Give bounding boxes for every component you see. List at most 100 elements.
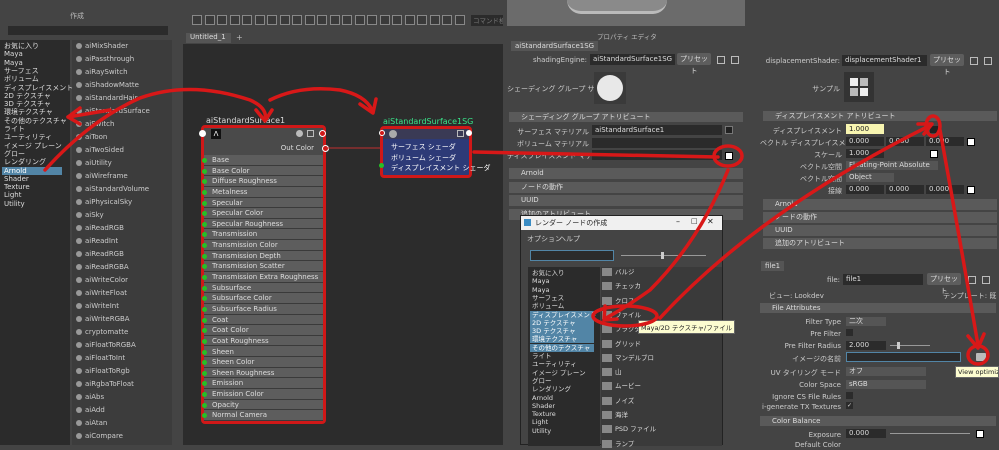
render-node-category[interactable]: Light: [532, 418, 548, 426]
render-node-type[interactable]: チェッカ: [602, 281, 712, 292]
attr-input-port[interactable]: [202, 392, 207, 398]
library-item[interactable]: aiPassthrough: [76, 53, 161, 66]
library-item[interactable]: aiToon: [76, 131, 161, 144]
attr-input-port[interactable]: [202, 413, 207, 419]
file-name-field[interactable]: file1: [843, 274, 923, 285]
color-space-select[interactable]: sRGB: [846, 380, 926, 389]
attr-input-port[interactable]: [202, 338, 207, 344]
library-item[interactable]: aiAbs: [76, 391, 161, 404]
close-icon[interactable]: ✕: [707, 217, 714, 226]
filter-type-select[interactable]: 二次: [846, 317, 886, 326]
disp-section[interactable]: UUID: [763, 225, 997, 236]
attr-input-port[interactable]: [202, 243, 207, 249]
attr-input-port[interactable]: [202, 232, 207, 238]
render-node-type[interactable]: PSD ファイル: [602, 424, 712, 435]
graph-toolbar-icon[interactable]: [279, 15, 290, 25]
graph-toolbar-icon[interactable]: [204, 15, 215, 25]
render-node-category[interactable]: ユーティリティ: [532, 360, 577, 368]
library-item[interactable]: aiFloatToInt: [76, 352, 161, 365]
render-node-category[interactable]: Arnold: [532, 394, 553, 402]
render-node-category[interactable]: ライト: [532, 352, 552, 360]
create-tree-item[interactable]: ボリューム: [4, 75, 39, 83]
attr-input-port[interactable]: [202, 221, 207, 227]
exposure-field[interactable]: 0.000: [846, 429, 886, 438]
library-item[interactable]: aiFloatToRgb: [76, 365, 161, 378]
file-attributes-section[interactable]: File Attributes: [760, 303, 996, 313]
node1-attr-row[interactable]: Transmission Extra Roughness: [202, 272, 323, 283]
attr-editor-section[interactable]: UUID: [509, 195, 743, 206]
surface-material-field[interactable]: aiStandardSurface1: [592, 125, 722, 135]
attr-editor-tab[interactable]: aiStandardSurface1SG: [511, 41, 599, 51]
graph-toolbar-icon[interactable]: [217, 15, 227, 25]
library-item[interactable]: aiTwoSided: [76, 144, 161, 157]
graph-toolbar-icon[interactable]: [429, 15, 440, 25]
file-show-icon[interactable]: [982, 276, 990, 284]
library-item[interactable]: aiWriteInt: [76, 300, 161, 313]
library-item[interactable]: aiWriteFloat: [76, 287, 161, 300]
vector-space-select[interactable]: Floating-Point Absolute: [846, 161, 938, 170]
graph-toolbar-icon[interactable]: [404, 15, 415, 25]
node1-attr-row[interactable]: Opacity: [202, 400, 323, 411]
library-item[interactable]: aiPhysicalSky: [76, 196, 161, 209]
attr-input-port[interactable]: [202, 370, 207, 376]
file-tab[interactable]: file1: [761, 261, 785, 271]
render-node-type[interactable]: バルジ: [602, 267, 712, 278]
library-item[interactable]: aiFloatToRGBA: [76, 339, 161, 352]
disp-section[interactable]: Arnold: [763, 199, 997, 210]
vector-disp-x[interactable]: 0.000: [846, 137, 884, 146]
render-node-category[interactable]: 3D テクスチャ: [530, 327, 594, 336]
node1-attr-row[interactable]: Emission Color: [202, 389, 323, 400]
node1-attr-row[interactable]: Transmission Color: [202, 240, 323, 251]
render-node-search[interactable]: [530, 250, 614, 261]
command-search-field[interactable]: コマンド検: [471, 15, 503, 26]
attr-input-port[interactable]: [202, 296, 207, 302]
pre-filter-radius-field[interactable]: 2.000: [846, 341, 886, 350]
node1-attr-row[interactable]: Diffuse Roughness: [202, 176, 323, 187]
disp-preset-button[interactable]: プリセット: [930, 54, 964, 76]
render-node-type[interactable]: ランプ: [602, 439, 712, 450]
graph-toolbar-icon[interactable]: [242, 15, 252, 25]
render-node-type[interactable]: ムービー: [602, 381, 712, 392]
preset-button[interactable]: プリセット: [677, 53, 711, 75]
pre-filter-checkbox[interactable]: [846, 329, 853, 336]
scale-map-icon[interactable]: [930, 150, 938, 158]
attr-input-port[interactable]: [202, 168, 207, 174]
minimize-icon[interactable]: –: [676, 217, 680, 226]
create-tree-item[interactable]: グロー: [4, 150, 25, 158]
file-preset-button[interactable]: プリセット: [927, 273, 961, 295]
create-tree-item[interactable]: その他のテクスチャ: [4, 117, 67, 125]
graph-toolbar-icon[interactable]: [292, 15, 302, 25]
library-item[interactable]: aiStandardSurface: [76, 105, 161, 118]
create-tree-item[interactable]: Maya: [4, 59, 23, 67]
graph-toolbar-icon[interactable]: [267, 15, 277, 25]
pre-filter-radius-slider[interactable]: [890, 345, 930, 346]
attr-editor-section[interactable]: ノードの動作: [509, 181, 743, 193]
generate-tx-checkbox[interactable]: ✓: [846, 402, 853, 409]
graph-toolbar-icon[interactable]: [367, 15, 377, 25]
render-node-type[interactable]: 海洋: [602, 410, 712, 421]
tangent-x[interactable]: 0.000: [846, 185, 884, 194]
image-name-field[interactable]: [846, 352, 961, 362]
vector-space2-select[interactable]: Object: [846, 173, 894, 182]
node1-attr-row[interactable]: Coat Roughness: [202, 336, 323, 347]
library-item[interactable]: aiReadRGB: [76, 222, 161, 235]
attr-input-port[interactable]: [202, 189, 207, 195]
exposure-map-icon[interactable]: [976, 430, 984, 438]
attr-input-port[interactable]: [202, 402, 207, 408]
render-node-category[interactable]: 2D テクスチャ: [530, 318, 594, 327]
pre-filter-radius-handle[interactable]: [897, 342, 900, 349]
disp-show-icon[interactable]: [984, 57, 992, 65]
create-tree-item[interactable]: Maya: [4, 50, 23, 58]
disp-section[interactable]: ノードの動作: [763, 212, 997, 223]
vector-disp-z[interactable]: 0.000: [926, 137, 964, 146]
graph-toolbar-icon[interactable]: [442, 15, 452, 25]
maximize-icon[interactable]: □: [691, 217, 698, 225]
node1-attr-row[interactable]: Specular Color: [202, 208, 323, 219]
graph-toolbar-icon[interactable]: [417, 15, 427, 25]
library-item[interactable]: aiAdd: [76, 404, 161, 417]
graph-toolbar-icon[interactable]: [192, 15, 202, 25]
node1-attr-row[interactable]: Metalness: [202, 187, 323, 198]
node1-attr-row[interactable]: Specular: [202, 198, 323, 209]
node1-in-port[interactable]: [199, 130, 206, 137]
node1-attr-row[interactable]: Specular Roughness: [202, 219, 323, 230]
